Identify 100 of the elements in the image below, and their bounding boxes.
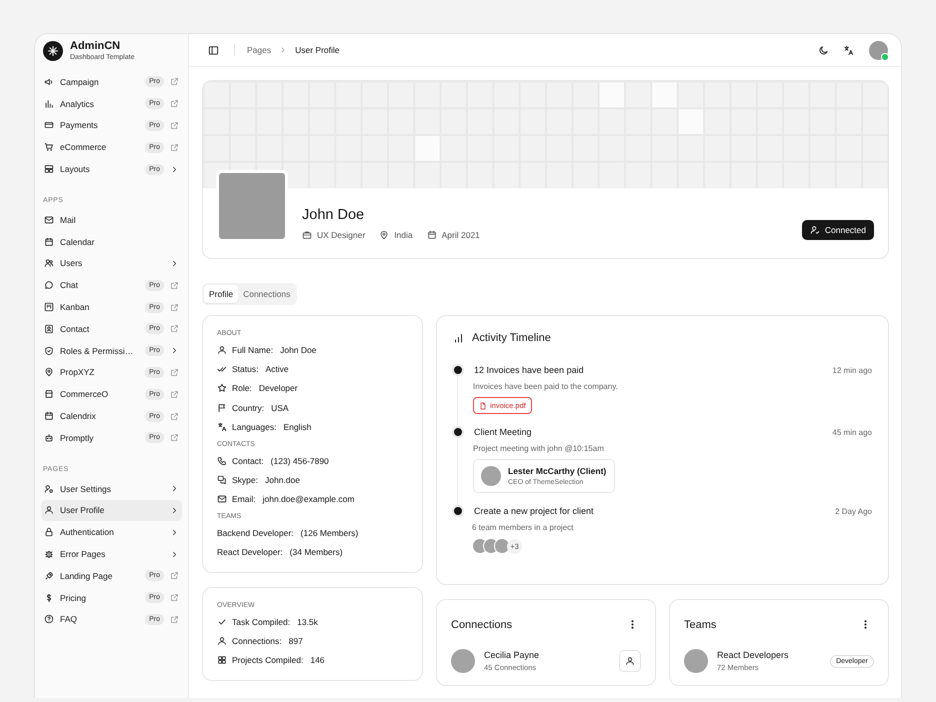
field-label: Role:	[232, 383, 252, 394]
file-icon	[479, 402, 487, 410]
chevron-right-icon	[170, 550, 179, 559]
profile-meta: April 2021	[442, 230, 480, 240]
sidebar-item[interactable]: Error Pages	[41, 543, 182, 565]
cart-icon	[44, 142, 54, 152]
megaphone-icon	[44, 76, 54, 87]
connect-button[interactable]	[619, 650, 641, 672]
external-link-icon	[170, 280, 179, 290]
external-link-icon	[170, 390, 179, 399]
sidebar-toggle-icon	[208, 44, 219, 56]
chevron-right-icon	[170, 484, 179, 494]
field-value: (34 Members)	[290, 547, 343, 558]
avatar	[494, 538, 510, 554]
help-icon	[44, 614, 54, 624]
briefcase-icon	[302, 230, 312, 240]
contact-card-icon	[44, 324, 54, 334]
event-title: Client Meeting	[474, 427, 532, 437]
user-check-icon	[810, 225, 820, 235]
field-label: Skype:	[232, 475, 258, 486]
field-label: Connections:	[232, 636, 282, 646]
calendar-icon	[44, 236, 54, 247]
event-time: 12 min ago	[832, 366, 872, 374]
brand-name: AdminCN	[70, 40, 122, 52]
bug-icon	[44, 549, 54, 560]
field-label: Country:	[232, 402, 264, 413]
profile-meta: India	[394, 230, 413, 240]
external-link-icon	[170, 433, 179, 442]
user-avatar[interactable]	[869, 40, 888, 60]
sidebar-item[interactable]: Mail	[41, 208, 182, 231]
robot-icon	[44, 432, 54, 443]
lock-icon	[44, 527, 54, 538]
avatar	[451, 649, 475, 673]
avatar	[481, 466, 501, 486]
field-value: 13.5k	[297, 616, 318, 627]
event-time: 2 Day Ago	[835, 506, 872, 516]
location-pin-icon	[44, 367, 54, 378]
chevron-right-icon	[170, 506, 179, 515]
moon-icon	[818, 44, 829, 56]
event-title: 12 Invoices have been paid	[474, 365, 584, 375]
sidebar-item[interactable]: User Settings	[41, 478, 182, 500]
field-value: (123) 456-7890	[270, 456, 329, 466]
field-label: Contact:	[232, 456, 264, 466]
external-link-icon	[170, 324, 179, 334]
field-label: Task Compiled:	[232, 616, 290, 627]
event-title: Create a new project for client	[474, 506, 594, 516]
profile-name: John Doe	[302, 207, 366, 223]
person-name: Lester McCarthy (Client)	[508, 466, 606, 476]
logo-icon	[43, 40, 63, 60]
chevron-right-icon	[170, 258, 179, 268]
sidebar-item[interactable]: Authentication	[41, 521, 182, 544]
user-icon	[217, 636, 227, 646]
field-label: Status:	[232, 364, 258, 374]
field-value: 146	[310, 655, 325, 666]
team-name: React Developers	[717, 650, 789, 660]
event-description: Project meeting with john @10:15am	[473, 444, 604, 453]
chevron-right-icon	[170, 346, 179, 356]
messages-icon	[217, 475, 227, 486]
external-link-icon	[170, 412, 179, 421]
field-label: Languages:	[232, 422, 276, 432]
external-link-icon	[170, 142, 179, 152]
layout-icon	[44, 164, 54, 174]
shield-icon	[44, 346, 54, 356]
tab[interactable]: Profile	[204, 285, 238, 303]
dollar-icon	[44, 592, 54, 603]
user-icon	[44, 505, 54, 516]
credit-card-icon	[44, 120, 54, 130]
card-title: Connections	[451, 618, 512, 630]
sidebar-item[interactable]: Users	[41, 252, 182, 274]
user-settings-icon	[44, 484, 54, 494]
field-value: 897	[288, 636, 303, 646]
tab[interactable]: Connections	[238, 285, 296, 303]
translate-icon	[217, 422, 227, 432]
event-description: 6 team members in a project	[472, 523, 574, 532]
field-value: John Doe	[280, 344, 316, 355]
field-value: (126 Members)	[300, 528, 358, 538]
breadcrumb-item[interactable]: Pages	[247, 45, 272, 55]
double-check-icon	[217, 364, 227, 374]
field-label: Backend Developer:	[217, 528, 294, 538]
phone-icon	[217, 456, 227, 466]
external-link-icon	[170, 99, 179, 108]
connection-name: Cecilia Payne	[484, 650, 540, 660]
external-link-icon	[170, 302, 179, 312]
profile-meta: UX Designer	[317, 230, 366, 240]
user-icon	[625, 656, 635, 666]
sidebar-item[interactable]: Calendar	[41, 230, 182, 253]
field-value: USA	[271, 402, 289, 413]
field-value: Active	[265, 364, 289, 374]
grid-icon	[217, 655, 227, 666]
external-link-icon	[170, 120, 179, 130]
chat-bubble-icon	[44, 280, 54, 290]
sidebar-item[interactable]: User Profile	[41, 500, 182, 522]
connected-button[interactable]: Connected	[802, 220, 874, 240]
calendar-icon	[44, 411, 54, 422]
chevron-right-icon	[170, 528, 179, 537]
external-link-icon	[170, 614, 179, 624]
mail-icon	[217, 494, 227, 504]
card-title: Activity Timeline	[472, 332, 551, 344]
field-label: Full Name:	[232, 344, 274, 355]
field-label: Email:	[232, 494, 256, 504]
